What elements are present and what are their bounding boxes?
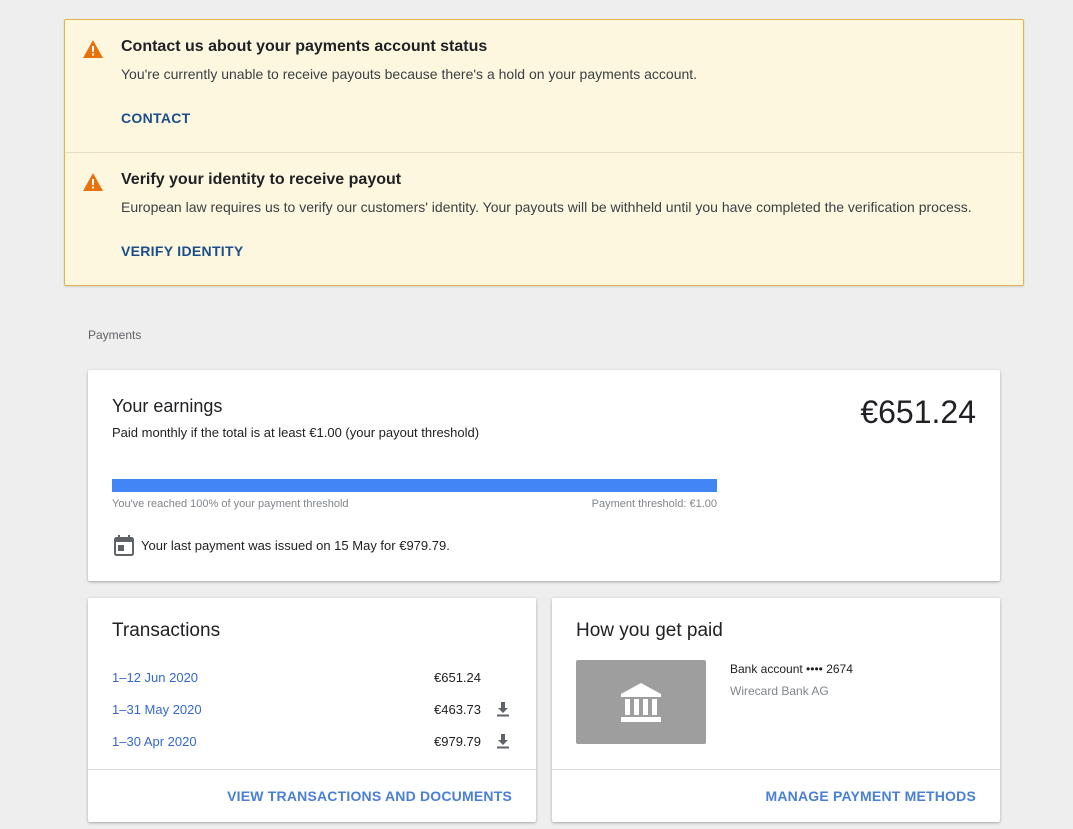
alert-title: Verify your identity to receive payout: [121, 171, 402, 188]
earnings-card: Your earnings Paid monthly if the total …: [88, 370, 1000, 581]
contact-button[interactable]: CONTACT: [121, 110, 191, 126]
calendar-icon: [114, 535, 134, 556]
transaction-amount: €463.73: [434, 702, 481, 717]
earnings-amount: €651.24: [860, 394, 976, 430]
alert-account-status: Contact us about your payments account s…: [65, 20, 1023, 153]
bank-name: Wirecard Bank AG: [730, 684, 829, 698]
payment-method-card: How you get paid Bank account •••• 2674 …: [552, 598, 1000, 822]
verify-identity-button[interactable]: VERIFY IDENTITY: [121, 243, 243, 259]
transaction-date-link[interactable]: 1–12 Jun 2020: [112, 670, 198, 685]
payment-method-footer: MANAGE PAYMENT METHODS: [552, 769, 1000, 822]
last-payment-text: Your last payment was issued on 15 May f…: [141, 538, 450, 553]
transaction-amount: €651.24: [434, 670, 481, 685]
alert-text: You're currently unable to receive payou…: [121, 66, 698, 82]
transactions-title: Transactions: [112, 620, 221, 641]
threshold-progress-bar: [112, 479, 717, 492]
transaction-row: 1–31 May 2020 €463.73: [88, 702, 536, 722]
bank-image: [576, 660, 706, 744]
transactions-card: Transactions 1–12 Jun 2020 €651.24 1–31 …: [88, 598, 536, 822]
view-transactions-button[interactable]: VIEW TRANSACTIONS AND DOCUMENTS: [227, 788, 512, 804]
transaction-row: 1–30 Apr 2020 €979.79: [88, 734, 536, 754]
transaction-amount: €979.79: [434, 734, 481, 749]
transaction-date-link[interactable]: 1–31 May 2020: [112, 702, 202, 717]
alert-text: European law requires us to verify our c…: [121, 199, 972, 215]
bank-icon: [621, 683, 661, 722]
section-label: Payments: [88, 328, 142, 342]
bank-account-number: Bank account •••• 2674: [730, 662, 853, 676]
download-icon[interactable]: [496, 733, 510, 749]
threshold-text: Payment threshold: €1.00: [591, 498, 717, 510]
earnings-subtitle: Paid monthly if the total is at least €1…: [112, 425, 480, 440]
warning-icon: [83, 40, 103, 58]
download-icon[interactable]: [496, 701, 510, 717]
transactions-footer: VIEW TRANSACTIONS AND DOCUMENTS: [88, 769, 536, 822]
transaction-date-link[interactable]: 1–30 Apr 2020: [112, 734, 197, 749]
alerts-panel: Contact us about your payments account s…: [64, 19, 1024, 286]
payment-method-title: How you get paid: [576, 620, 723, 641]
earnings-title: Your earnings: [112, 396, 223, 416]
alert-title: Contact us about your payments account s…: [121, 38, 488, 55]
warning-icon: [83, 173, 103, 191]
transaction-row: 1–12 Jun 2020 €651.24: [88, 670, 536, 690]
manage-payment-methods-button[interactable]: MANAGE PAYMENT METHODS: [765, 788, 976, 804]
alert-verify-identity: Verify your identity to receive payout E…: [65, 153, 1023, 286]
threshold-progress-fill: [112, 479, 717, 492]
